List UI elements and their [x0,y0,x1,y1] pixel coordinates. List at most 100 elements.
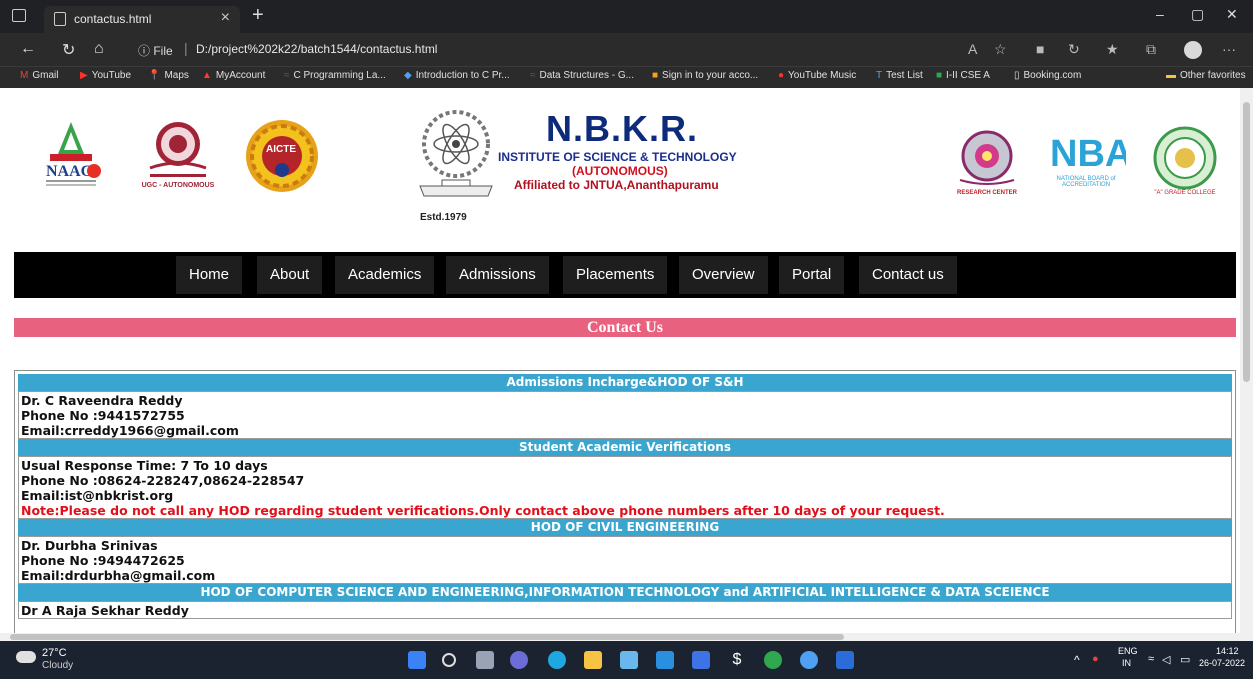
search-icon[interactable] [442,653,456,667]
nbkr-emblem-logo [414,104,498,208]
close-window-button[interactable]: ✕ [1226,6,1238,23]
site-info-button[interactable]: ⓘ File [138,42,173,59]
collections-icon[interactable]: ⧉ [1146,41,1156,58]
bookmark-item[interactable]: ▯ Booking.com [1014,70,1081,81]
bookmark-item[interactable]: ● YouTube Music [778,70,856,81]
language-region[interactable]: IN [1122,658,1131,668]
contact-email: Email:drdurbha@gmail.com [21,568,216,583]
section-heading: HOD OF COMPUTER SCIENCE AND ENGINEERING,… [18,584,1232,601]
tab-close-icon[interactable]: × [221,9,230,27]
cloud-icon[interactable] [16,651,36,663]
battery-icon[interactable]: ▭ [1180,653,1190,666]
back-icon[interactable]: ← [20,40,36,58]
ap-grade-caption: "A" GRADE COLLEGE [1154,190,1216,196]
chrome-icon[interactable] [764,651,782,669]
file-explorer-icon[interactable] [584,651,602,669]
new-tab-button[interactable]: + [252,4,264,27]
ap-grade-logo: "A" GRADE COLLEGE [1148,126,1222,198]
favorites-icon[interactable]: ★ [1106,41,1119,58]
app-icon[interactable] [692,651,710,669]
main-navigation: Home About Academics Admissions Placemen… [14,252,1236,298]
bookmark-item[interactable]: ≈ Data Structures - G... [530,70,634,81]
contact-email: Email:crreddy1966@gmail.com [21,423,239,438]
scrollbar-thumb[interactable] [10,634,844,640]
chevron-up-icon[interactable]: ^ [1074,653,1080,667]
svg-text:NBA: NBA [1050,133,1126,175]
volume-icon[interactable]: ◁ [1162,653,1170,666]
nav-about[interactable]: About [257,256,323,294]
nba-caption: NATIONAL BOARD of ACCREDITATION [1056,176,1116,188]
start-icon[interactable] [408,651,426,669]
bookmark-item[interactable]: ▶ YouTube [80,70,131,81]
weather-temperature[interactable]: 27°C [42,647,67,659]
maximize-button[interactable]: ▢ [1191,6,1204,23]
bookmark-item[interactable]: ◆ Introduction to C Pr... [404,70,510,81]
read-aloud-icon[interactable]: A [968,41,977,57]
chat-icon[interactable] [510,651,528,669]
institution-title: N.B.K.R. [546,108,698,149]
mail-icon[interactable] [656,651,674,669]
profile-avatar[interactable] [1184,41,1202,59]
more-button[interactable]: ··· [1222,41,1236,57]
refresh-ext-icon[interactable]: ↻ [1068,41,1080,58]
tab-actions-icon[interactable] [12,9,26,22]
horizontal-scrollbar[interactable] [0,633,1253,641]
contact-phone: Phone No :08624-228247,08624-228547 [21,473,305,488]
extensions-icon[interactable]: ■ [1036,41,1044,57]
established-year: Estd.1979 [420,212,467,223]
bookmark-item[interactable]: ▬ Other favorites [1166,70,1246,81]
store-icon[interactable] [620,651,638,669]
clock-date[interactable]: 26-07-2022 [1199,658,1245,668]
nav-portal[interactable]: Portal [779,256,845,294]
verification-note: Note:Please do not call any HOD regardin… [21,503,945,518]
vscode-icon[interactable] [836,651,854,669]
bookmark-item[interactable]: ≈ C Programming La... [284,70,386,81]
language-indicator[interactable]: ENG [1118,646,1138,656]
nav-academics[interactable]: Academics [335,256,435,294]
home-icon[interactable]: ⌂ [94,40,104,58]
chrome-dev-icon[interactable] [800,651,818,669]
web-page: NAAC UGC - AUTONOMOUS AICTE Estd.1979 N.… [0,88,1240,633]
nav-placements[interactable]: Placements [563,256,668,294]
windows-taskbar: 27°C Cloudy $ ^ ● ENG IN ≈ ◁ ▭ 14:12 26-… [0,641,1253,679]
bookmark-item[interactable]: 📍 Maps [148,70,189,81]
section-body: Dr. C Raveendra Reddy Phone No :94415727… [18,391,1232,439]
section-body: Usual Response Time: 7 To 10 days Phone … [18,456,1232,519]
autonomous-label: (AUTONOMOUS) [572,164,668,178]
browser-tab[interactable]: contactus.html × [44,6,240,33]
gmail-icon: M [20,70,29,81]
microsoft-icon: ■ [652,70,659,81]
nav-contact-us[interactable]: Contact us [859,256,957,294]
wifi-icon[interactable]: ≈ [1148,653,1154,665]
bookmark-item[interactable]: ▲ MyAccount [202,70,265,81]
power-automate-icon[interactable]: $ [728,651,746,669]
vertical-scrollbar[interactable] [1240,88,1253,633]
refresh-icon[interactable]: ↻ [62,40,75,60]
minimize-button[interactable]: – [1156,6,1164,22]
tray-app-icon[interactable]: ● [1092,653,1099,665]
edge-icon[interactable] [548,651,566,669]
url-separator: | [184,40,188,56]
clock-time[interactable]: 14:12 [1216,646,1239,656]
course-icon: ≈ [284,70,290,81]
task-view-icon[interactable] [476,651,494,669]
research-center-logo: RESEARCH CENTER [950,128,1024,200]
diamond-icon: ◆ [404,70,412,81]
nav-overview[interactable]: Overview [679,256,768,294]
section-body: Dr. Durbha Srinivas Phone No :9494472625… [18,536,1232,584]
url-field[interactable]: D:/project%202k22/batch1544/contactus.ht… [196,42,437,56]
favorite-icon[interactable]: ☆ [994,41,1007,58]
youtube-icon: ▶ [80,70,88,81]
bookmark-item[interactable]: M Gmail [20,70,58,81]
nav-admissions[interactable]: Admissions [446,256,549,294]
weather-description[interactable]: Cloudy [42,660,73,671]
bookmark-item[interactable]: ■ I-II CSE A [936,70,990,81]
bookmark-item[interactable]: T Test List [876,70,923,81]
browser-tab-bar: contactus.html × + – ▢ ✕ [0,0,1253,33]
scrollbar-thumb[interactable] [1243,102,1250,382]
bookmark-item[interactable]: ■ Sign in to your acco... [652,70,758,81]
section-body: Dr A Raja Sekhar Reddy [18,601,1232,619]
nav-home[interactable]: Home [176,256,243,294]
nba-logo: NBA NATIONAL BOARD of ACCREDITATION [1046,128,1132,190]
section-heading: HOD OF CIVIL ENGINEERING [18,519,1232,536]
